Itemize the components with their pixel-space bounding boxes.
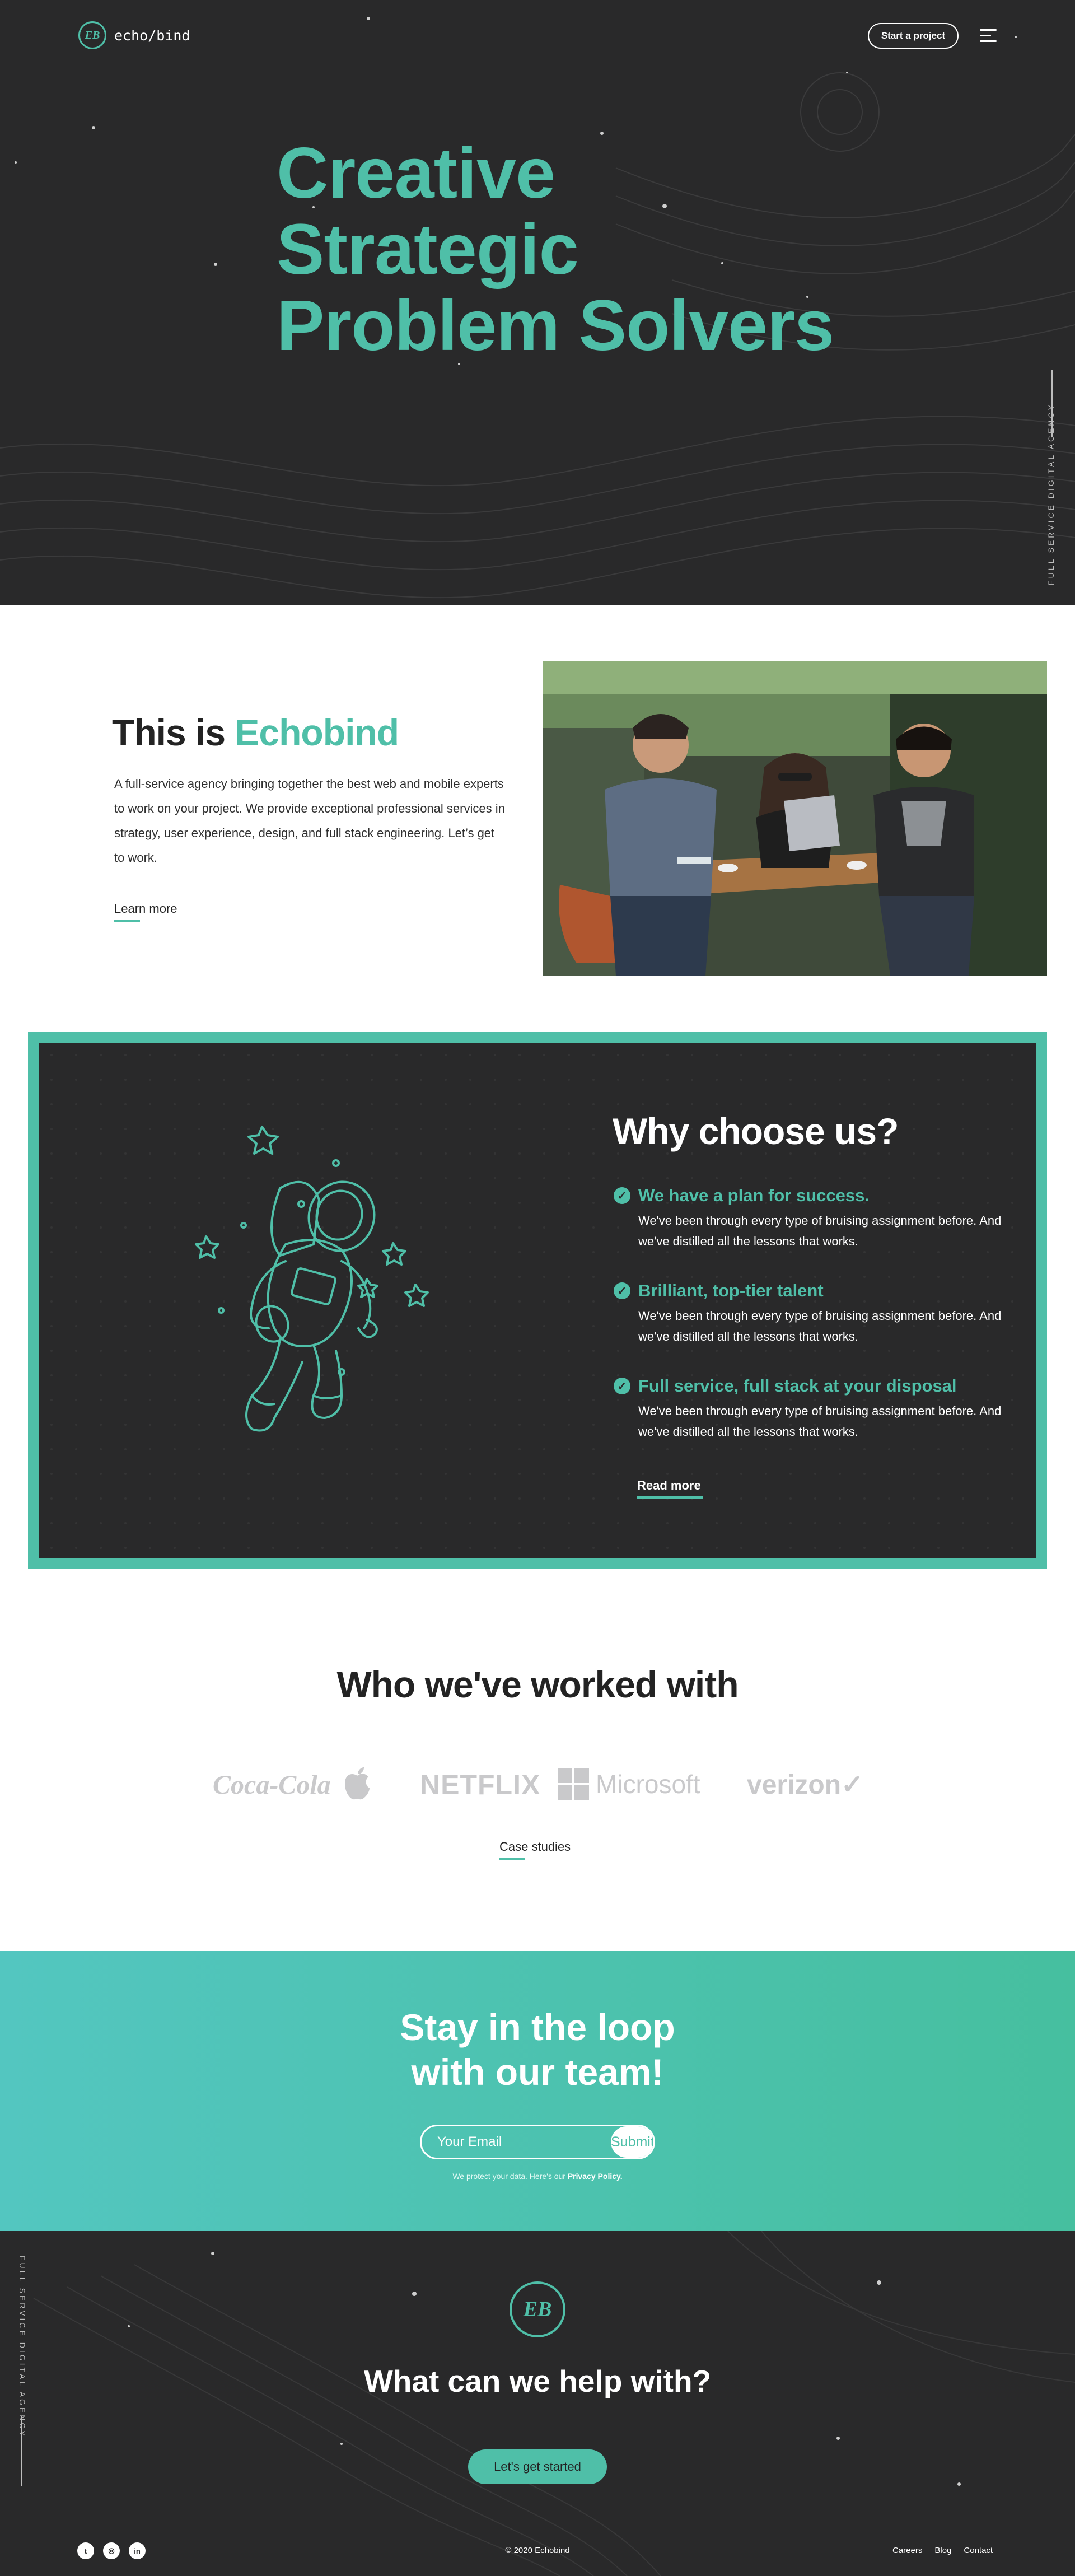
apple-logo [343,1766,372,1802]
hero-title: Creative Strategic Problem Solvers [277,136,948,364]
check-circle-icon: ✓ [614,1378,630,1394]
feature-body: We've been through every type of bruisin… [638,1404,1002,1439]
footer-side-divider [21,2416,22,2486]
read-more-link[interactable]: Read more [637,1478,703,1499]
feature-heading-text: We have a plan for success. [638,1186,870,1205]
hero-title-line: Creative [277,133,555,213]
about-title-prefix: This is [112,712,235,753]
newsletter-title: Stay in the loop with our team! [0,2005,1075,2094]
verizon-logo: verizon✓ [747,1770,864,1800]
feature-heading: ✓ We have a plan for success. [614,1186,1006,1206]
hero-title-line: Strategic [277,209,579,290]
feature-body: We've been through every type of bruisin… [638,1214,1002,1248]
email-input[interactable] [422,2126,611,2158]
footer-nav: Careers Blog Contact [892,2546,993,2555]
privacy-note: We protect your data. Here's our Privacy… [0,2172,1075,2181]
footer-section: FULL SERVICE DIGITAL AGENCY EB What can … [0,2231,1075,2576]
site-logo[interactable]: EB echo/bind [78,21,190,49]
clients-title: Who we've worked with [336,1664,739,1705]
topographic-lines [33,2231,1075,2576]
team-photo [543,661,1047,976]
feature-item: ✓ Brilliant, top-tier talent We've been t… [614,1281,1006,1347]
about-body: A full-service agency bringing together … [114,777,505,865]
apple-icon [345,1767,370,1800]
footer-side-label: FULL SERVICE DIGITAL AGENCY [18,2256,27,2438]
case-studies-link[interactable]: Case studies [499,1840,571,1860]
astronaut-illustration [195,1126,429,1432]
newsletter-title-line: with our team! [411,2051,664,2093]
privacy-policy-link[interactable]: Privacy Policy. [568,2172,623,2181]
about-section: This is Echobind A full-service agency b… [0,605,1075,1032]
clients-section: Who we've worked with Coca-Cola NETFLIX … [0,1569,1075,1951]
hero-side-label: FULL SERVICE DIGITAL AGENCY [1046,403,1055,585]
footer-link-careers[interactable]: Careers [892,2546,922,2555]
about-title-accent: Echobind [235,712,399,753]
learn-more-link[interactable]: Learn more [114,902,177,922]
check-circle-icon: ✓ [614,1187,630,1204]
feature-heading-text: Full service, full stack at your disposa… [638,1376,957,1396]
hero-title-line: Problem Solvers [277,286,834,366]
start-project-button[interactable]: Start a project [868,23,959,49]
feature-heading: ✓ Full service, full stack at your dispos… [614,1376,1006,1396]
privacy-note-text: We protect your data. Here's our [452,2172,568,2181]
check-circle-icon: ✓ [614,1282,630,1299]
feature-heading-text: Brilliant, top-tier talent [638,1281,824,1300]
newsletter-form: Submit [420,2125,655,2159]
windows-icon [558,1768,589,1800]
hamburger-menu-icon[interactable] [980,29,997,42]
footer-title: What can we help with? [363,2364,712,2398]
hero-section: EB echo/bind Start a project Creative St… [0,0,1075,605]
feature-item: ✓ Full service, full stack at your dispos… [614,1376,1006,1442]
logo-text: echo/bind [114,27,190,44]
get-started-button[interactable]: Let's get started [468,2449,607,2484]
why-section: Why choose us? ✓ We have a plan for succe… [39,1043,1036,1558]
logo-mark-icon: EB [78,21,106,49]
coca-cola-logo: Coca-Cola [213,1770,331,1800]
footer-link-blog[interactable]: Blog [934,2546,951,2555]
feature-body: We've been through every type of bruisin… [638,1309,1002,1343]
newsletter-section: Stay in the loop with our team! Submit W… [0,1951,1075,2231]
submit-button[interactable]: Submit [611,2126,653,2158]
feature-heading: ✓ Brilliant, top-tier talent [614,1281,1006,1301]
footer-logo-icon[interactable]: EB [510,2281,565,2337]
microsoft-logo: Microsoft [558,1766,700,1802]
footer-link-contact[interactable]: Contact [964,2546,993,2555]
newsletter-title-line: Stay in the loop [400,2006,675,2048]
about-title: This is Echobind [112,711,399,754]
why-title: Why choose us? [613,1110,899,1152]
netflix-logo: NETFLIX [420,1769,541,1800]
microsoft-wordmark: Microsoft [596,1770,700,1799]
feature-item: ✓ We have a plan for success. We've been … [614,1186,1006,1252]
